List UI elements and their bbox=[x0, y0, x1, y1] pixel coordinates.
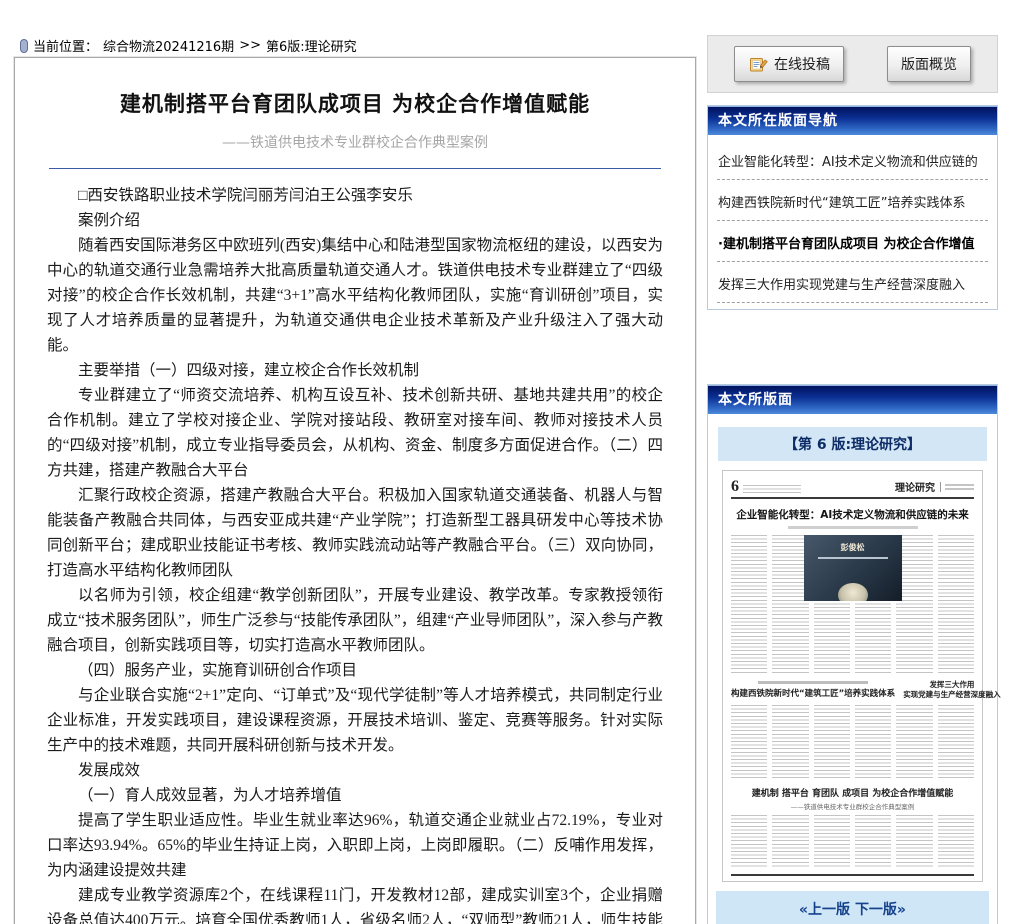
thumbnail-masthead: 6 理论研究 bbox=[731, 479, 974, 499]
online-submit-button[interactable]: 在线投稿 bbox=[734, 46, 844, 82]
page-overview-label: 版面概览 bbox=[901, 54, 957, 74]
page-pager-bar: «上一版 下一版» bbox=[716, 891, 989, 924]
thumbnail-masthead-smalltext bbox=[743, 485, 801, 494]
article-paragraph: 发展成效 bbox=[47, 758, 663, 783]
thumbnail-headline-3-line1: 发挥三大作用 bbox=[903, 680, 1001, 690]
online-submit-label: 在线投稿 bbox=[774, 54, 830, 74]
thumbnail-section-3: 建机制 搭平台 育团队 成项目 为校企合作增值赋能 ——铁道供电技术专业群校企合… bbox=[731, 786, 974, 811]
page-nav-panel: 本文所在版面导航 企业智能化转型：AI技术定义物流和供应链的 构建西铁院新时代“… bbox=[707, 105, 998, 310]
page-nav-list: 企业智能化转型：AI技术定义物流和供应链的 构建西铁院新时代“建筑工匠”培养实践… bbox=[708, 135, 997, 309]
sidebar: 在线投稿 版面概览 本文所在版面导航 企业智能化转型：AI技术定义物流和供应链的… bbox=[707, 35, 998, 924]
previous-page-link[interactable]: «上一版 bbox=[799, 902, 850, 918]
action-button-panel: 在线投稿 版面概览 bbox=[707, 35, 998, 93]
nav-item-article-current[interactable]: ·建机制搭平台育团队成项目 为校企合作增值 bbox=[717, 221, 988, 262]
nav-item-article-2[interactable]: 构建西铁院新时代“建筑工匠”培养实践体系 bbox=[717, 180, 988, 221]
thumbnail-photo-caption: 彭俊松 bbox=[804, 542, 902, 553]
title-divider bbox=[49, 168, 661, 169]
thumbnail-headline-2-kicker bbox=[758, 681, 868, 684]
thumbnail-headline-3-line2: 实现党建与生产经营深度融入 bbox=[903, 690, 1001, 700]
article-paragraph: 建成专业教学资源库2个，在线课程11门，开发教材12部，建成实训室3个，企业捐赠… bbox=[47, 883, 663, 924]
thumbnail-headline-4-subtitle: ——铁道供电技术专业群校企合作典型案例 bbox=[731, 801, 974, 811]
thumbnail-headline-2: 构建西铁院新时代“建筑工匠”培养实践体系 bbox=[731, 687, 895, 699]
thumbnail-photo-subcaption bbox=[818, 557, 888, 559]
breadcrumb: 当前位置： 综合物流20241216期 >> 第6版:理论研究 bbox=[20, 36, 357, 55]
next-page-link[interactable]: 下一版» bbox=[855, 902, 906, 918]
flower-bouquet-graphic bbox=[838, 583, 868, 601]
nav-item-article-1[interactable]: 企业智能化转型：AI技术定义物流和供应链的 bbox=[717, 139, 988, 180]
thumbnail-section-label: 理论研究 bbox=[895, 479, 935, 494]
article-paragraph: 专业群建立了“师资交流培养、机构互设互补、技术创新共研、基地共建共用”的校企合作… bbox=[47, 383, 663, 483]
thumbnail-photo: 彭俊松 bbox=[804, 535, 902, 601]
page-overview-button[interactable]: 版面概览 bbox=[887, 46, 971, 82]
article-paragraph: 与企业联合实施“2+1”定向、“订单式”及“现代学徒制”等人才培养模式，共同制定… bbox=[47, 683, 663, 758]
article-paragraph: 主要举措（一）四级对接，建立校企合作长效机制 bbox=[47, 358, 663, 383]
article-paragraph: □西安铁路职业技术学院闫丽芳闫泊王公强李安乐 bbox=[47, 183, 663, 208]
article-paragraph: 以名师为引领，校企组建“教学创新团队”，开展专业建设、教学改革。专家教授领衔成立… bbox=[47, 583, 663, 658]
thumbnail-columns-top: 彭俊松 bbox=[731, 535, 974, 673]
thumbnail-columns-bottom bbox=[731, 815, 974, 867]
thumbnail-section-2: 构建西铁院新时代“建筑工匠”培养实践体系 发挥三大作用 实现党建与生产经营深度融… bbox=[731, 680, 974, 700]
article-paragraph: 案例介绍 bbox=[47, 208, 663, 233]
notepad-pencil-icon bbox=[748, 56, 768, 73]
nav-item-article-4[interactable]: 发挥三大作用实现党建与生产经营深度融入 bbox=[717, 262, 988, 303]
article-paragraph: 随着西安国际港务区中欧班列(西安)集结中心和陆港型国家物流枢纽的建设，以西安为中… bbox=[47, 233, 663, 358]
bookmark-icon bbox=[20, 39, 28, 53]
article-paragraph: 提高了学生职业适应性。毕业生就业率达96%，轨道交通企业就业占72.19%，专业… bbox=[47, 808, 663, 883]
article-paragraph: （一）育人成效显著，为人才培养增值 bbox=[47, 783, 663, 808]
thumbnail-headline-1: 企业智能化转型：AI技术定义物流和供应链的未来 bbox=[731, 507, 974, 522]
thumbnail-bottom-rule bbox=[731, 874, 974, 876]
article-paragraph: （四）服务产业，实施育训研创合作项目 bbox=[47, 658, 663, 683]
thumbnail-masthead-box bbox=[940, 482, 974, 492]
article-title: 建机制搭平台育团队成项目 为校企合作增值赋能 bbox=[47, 88, 663, 118]
article-paragraph: 汇聚行政校企资源，搭建产教融合大平台。积极加入国家轨道交通装备、机器人与智能装备… bbox=[47, 483, 663, 583]
newspaper-page-thumbnail[interactable]: 6 理论研究 企业智能化转型：AI技术定义物流和供应链的未来 bbox=[722, 470, 983, 882]
page-nav-panel-title: 本文所在版面导航 bbox=[708, 106, 997, 135]
article-subtitle: ——铁道供电技术专业群校企合作典型案例 bbox=[47, 132, 663, 152]
article-body: □西安铁路职业技术学院闫丽芳闫泊王公强李安乐 案例介绍 随着西安国际港务区中欧班… bbox=[47, 183, 663, 924]
thumbnail-page-number: 6 bbox=[731, 480, 739, 494]
current-page-panel: 本文所版面 【第 6 版:理论研究】 6 理论研究 bbox=[707, 384, 998, 924]
breadcrumb-label: 当前位置： bbox=[33, 36, 98, 55]
edition-label-bar[interactable]: 【第 6 版:理论研究】 bbox=[718, 427, 987, 461]
breadcrumb-issue-link[interactable]: 综合物流20241216期 bbox=[103, 36, 234, 55]
thumbnail-byline bbox=[788, 526, 918, 529]
thumbnail-columns-middle bbox=[731, 705, 974, 779]
article-container: 建机制搭平台育团队成项目 为校企合作增值赋能 ——铁道供电技术专业群校企合作典型… bbox=[14, 57, 696, 924]
current-page-panel-title: 本文所版面 bbox=[708, 385, 997, 414]
breadcrumb-edition-link[interactable]: 第6版:理论研究 bbox=[266, 36, 357, 55]
page-root: 当前位置： 综合物流20241216期 >> 第6版:理论研究 建机制搭平台育团… bbox=[0, 0, 1012, 924]
thumbnail-headline-4: 建机制 搭平台 育团队 成项目 为校企合作增值赋能 bbox=[731, 786, 974, 799]
breadcrumb-separator: >> bbox=[239, 38, 261, 53]
